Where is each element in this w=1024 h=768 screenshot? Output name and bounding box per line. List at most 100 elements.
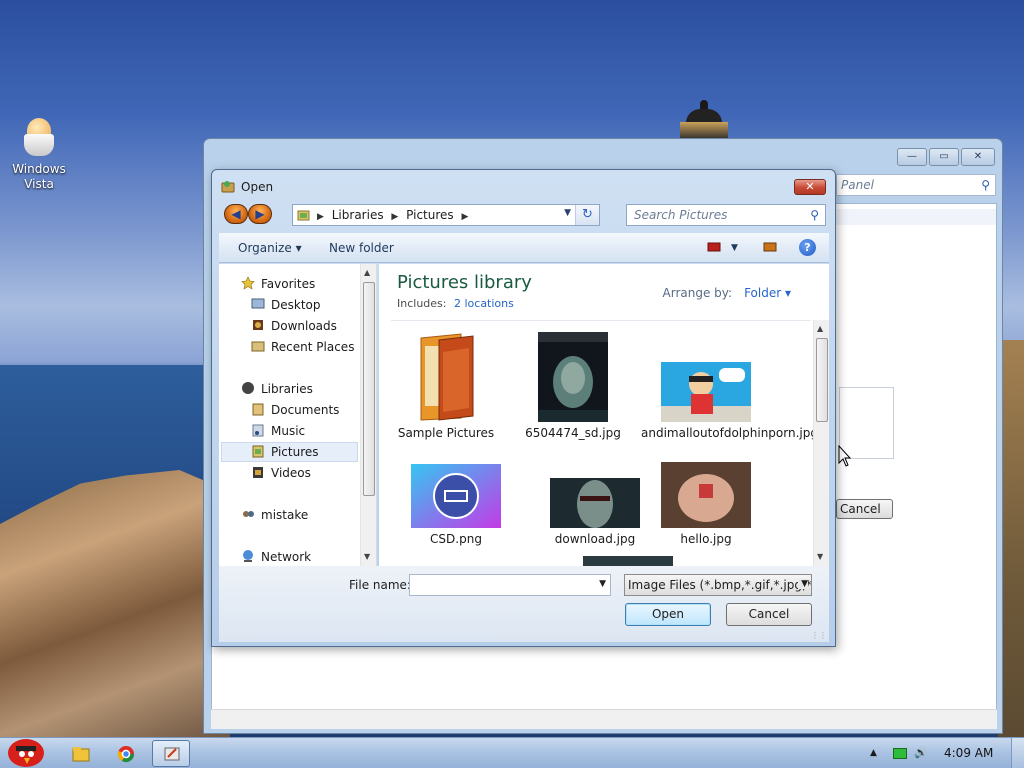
documents-icon (252, 403, 264, 416)
network-icon (243, 550, 253, 562)
search-icon: ⚲ (981, 178, 990, 192)
show-desktop-button[interactable] (1011, 738, 1024, 768)
organize-button[interactable]: Organize ▾ (238, 241, 302, 255)
nav-item-downloads[interactable]: Downloads (271, 319, 337, 333)
nav-scrollbar[interactable]: ▲ ▼ (360, 264, 376, 566)
new-folder-button[interactable]: New folder (329, 241, 394, 255)
back-button[interactable]: ◀ (224, 204, 248, 224)
desktop-wallpaper-lighthouse (678, 100, 730, 140)
file-item-partial[interactable] (583, 556, 673, 566)
file-type-select[interactable]: Image Files (*.bmp,*.gif,*.jpg,*. ▼ (624, 574, 812, 596)
dialog-app-icon (221, 181, 235, 193)
arrange-by: Arrange by: Folder ▾ (662, 286, 791, 300)
downloads-icon (253, 320, 263, 330)
forward-button[interactable]: ▶ (248, 204, 272, 224)
file-item-andimalloutofdolphinporn[interactable]: andimalloutofdolphinporn.jpg (641, 362, 818, 441)
minimize-button[interactable]: — (897, 148, 927, 166)
nav-item-favorites[interactable]: Favorites (261, 277, 315, 291)
file-item-label: 6504474_sd.jpg (525, 426, 621, 440)
file-item-csd[interactable]: CSD.png (391, 464, 521, 546)
library-locations-link[interactable]: 2 locations (454, 297, 514, 310)
desktop-icon-windows-vista[interactable]: Windows Vista (10, 118, 68, 192)
clock[interactable]: 4:09 AM (944, 746, 993, 760)
scroll-thumb[interactable] (816, 338, 828, 422)
music-icon (252, 424, 264, 437)
scroll-up-icon[interactable]: ▲ (364, 268, 370, 277)
file-item-6504474-sd[interactable]: 6504474_sd.jpg (508, 332, 638, 440)
pictures-folder-icon (297, 210, 310, 221)
library-title: Pictures library (397, 272, 532, 293)
file-item-hello[interactable]: hello.jpg (641, 462, 771, 546)
scroll-down-icon[interactable]: ▼ (817, 552, 823, 561)
nav-item-recent-places[interactable]: Recent Places (271, 340, 354, 354)
pictures-icon (252, 445, 264, 458)
bg-cancel-button[interactable]: Cancel (836, 499, 893, 519)
taskbar-explorer-button[interactable] (62, 740, 100, 767)
file-name-input[interactable]: ▼ (409, 574, 611, 596)
nav-buttons: ◀ ▶ (224, 204, 274, 224)
help-icon[interactable]: ? (799, 239, 816, 256)
taskbar-chrome-button[interactable] (107, 740, 145, 767)
library-includes: Includes: 2 locations (397, 297, 514, 310)
image-thumbnail-icon (661, 362, 751, 422)
taskbar-paint-button[interactable] (152, 740, 190, 767)
taskbar: ▲ 🔊 4:09 AM (0, 737, 1024, 768)
dialog-title: Open (241, 180, 274, 194)
volume-icon[interactable]: 🔊 (914, 746, 928, 759)
bg-search-input[interactable]: Panel ⚲ (836, 174, 996, 196)
file-item-label: CSD.png (430, 532, 482, 546)
folder-icon (72, 747, 90, 762)
nav-item-libraries[interactable]: Libraries (261, 382, 313, 396)
view-options-icon[interactable] (707, 241, 721, 253)
divider (391, 320, 811, 321)
scroll-down-icon[interactable]: ▼ (364, 552, 370, 561)
image-thumbnail-icon (411, 464, 501, 528)
nav-item-desktop[interactable]: Desktop (271, 298, 321, 312)
breadcrumb-separator-icon: ▶ (317, 212, 324, 222)
scroll-up-icon[interactable]: ▲ (817, 324, 823, 333)
open-button[interactable]: Open (625, 603, 711, 626)
address-dropdown-icon[interactable]: ▼ (564, 208, 571, 218)
address-bar[interactable]: ▶ Libraries ▶ Pictures ▶ ▼ ↻ (292, 204, 600, 226)
content-scrollbar[interactable]: ▲ ▼ (813, 320, 829, 566)
videos-icon (253, 467, 263, 478)
recent-places-icon (251, 341, 265, 352)
dialog-close-button[interactable]: ✕ (794, 179, 826, 195)
command-bar: Organize ▾ New folder ▼ ? (219, 233, 829, 263)
nav-item-homegroup[interactable]: mistake (261, 508, 308, 522)
image-thumbnail-icon (550, 478, 640, 528)
breadcrumb-separator-icon: ▶ (461, 212, 469, 222)
tray-expand-icon[interactable]: ▲ (870, 748, 877, 758)
arrange-by-dropdown[interactable]: Folder ▾ (744, 286, 791, 300)
cancel-button[interactable]: Cancel (726, 603, 812, 626)
chrome-icon (117, 746, 135, 763)
nav-item-pictures[interactable]: Pictures (271, 445, 319, 459)
nav-item-documents[interactable]: Documents (271, 403, 339, 417)
paint-icon (164, 747, 180, 761)
breadcrumb: ▶ Libraries ▶ Pictures ▶ (317, 208, 472, 222)
maximize-button[interactable]: ▭ (929, 148, 959, 166)
star-icon (241, 276, 255, 290)
scroll-thumb[interactable] (363, 282, 375, 496)
nav-item-music[interactable]: Music (271, 424, 305, 438)
nav-item-network[interactable]: Network (261, 550, 311, 564)
search-icon: ⚲ (810, 208, 819, 222)
file-item-label: Sample Pictures (397, 426, 495, 440)
view-dropdown-icon[interactable]: ▼ (731, 243, 738, 253)
preview-pane-icon[interactable] (763, 241, 777, 253)
chevron-down-icon[interactable]: ▼ (599, 579, 606, 589)
image-thumbnail-icon (661, 462, 751, 528)
libraries-icon (242, 382, 254, 394)
nav-item-videos[interactable]: Videos (271, 466, 311, 480)
breadcrumb-pictures[interactable]: Pictures (406, 208, 454, 222)
refresh-icon[interactable]: ↻ (575, 205, 599, 225)
file-item-sample-pictures[interactable]: Sample Pictures (381, 332, 511, 440)
resize-grip-icon[interactable]: ⋮⋮ (811, 631, 827, 640)
battery-icon[interactable] (893, 748, 907, 759)
start-button[interactable] (2, 734, 50, 768)
search-input[interactable]: Search Pictures ⚲ (626, 204, 826, 226)
desktop-icon-label: Windows Vista (12, 162, 66, 191)
breadcrumb-libraries[interactable]: Libraries (332, 208, 384, 222)
chevron-down-icon[interactable]: ▼ (798, 579, 808, 589)
close-button[interactable]: ✕ (961, 148, 995, 166)
